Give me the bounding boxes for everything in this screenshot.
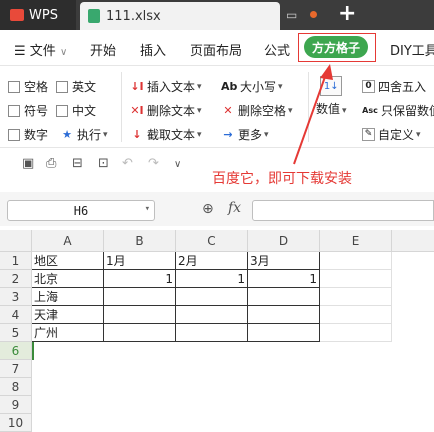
cell-B4[interactable] [104, 306, 176, 324]
cell-D4[interactable] [248, 306, 320, 324]
row-header[interactable]: 10 [0, 414, 32, 432]
cell-D2[interactable]: 1 [248, 270, 320, 288]
zoom-icon[interactable]: ⊕ [202, 201, 214, 217]
cell-C4[interactable] [176, 306, 248, 324]
cell-E3[interactable] [320, 288, 392, 306]
row-header[interactable]: 2 [0, 270, 32, 288]
cell-A1[interactable]: 地区 [32, 252, 104, 270]
cell-A5[interactable]: 广州 [32, 324, 104, 342]
cell-D3[interactable] [248, 288, 320, 306]
cell-B1[interactable]: 1月 [104, 252, 176, 270]
cell-C3[interactable] [176, 288, 248, 306]
column-header[interactable]: D [248, 230, 320, 252]
row-header[interactable]: 9 [0, 396, 32, 414]
cell-B3[interactable] [104, 288, 176, 306]
row-header[interactable]: 8 [0, 378, 32, 396]
row-header[interactable]: 5 [0, 324, 32, 342]
row-header[interactable]: 6 [0, 342, 32, 360]
cell-E4[interactable] [320, 306, 392, 324]
cell-B5[interactable] [104, 324, 176, 342]
chevron-down-icon: ▾ [144, 204, 150, 214]
cell-E2[interactable] [320, 270, 392, 288]
column-header[interactable]: C [176, 230, 248, 252]
row-header[interactable]: 4 [0, 306, 32, 324]
formula-input[interactable] [252, 200, 434, 221]
cell-D1[interactable]: 3月 [248, 252, 320, 270]
cell-B2[interactable]: 1 [104, 270, 176, 288]
column-header[interactable]: A [32, 230, 104, 252]
cell-C2[interactable]: 1 [176, 270, 248, 288]
annotation-text: 百度它，即可下载安装 [212, 171, 352, 187]
row-header[interactable]: 3 [0, 288, 32, 306]
column-header[interactable]: E [320, 230, 392, 252]
cell-C1[interactable]: 2月 [176, 252, 248, 270]
cell-D5[interactable] [248, 324, 320, 342]
fx-icon[interactable]: fx [228, 200, 241, 216]
column-header[interactable]: B [104, 230, 176, 252]
cell-A3[interactable]: 上海 [32, 288, 104, 306]
cell-E5[interactable] [320, 324, 392, 342]
cell-E1[interactable] [320, 252, 392, 270]
row-header[interactable]: 1 [0, 252, 32, 270]
active-row-indicator [32, 342, 34, 360]
corner-select-all[interactable] [0, 230, 32, 252]
cell-C5[interactable] [176, 324, 248, 342]
cell-A2[interactable]: 北京 [32, 270, 104, 288]
row-header[interactable]: 7 [0, 360, 32, 378]
cell-A4[interactable]: 天津 [32, 306, 104, 324]
name-box[interactable]: H6 ▾ [7, 200, 155, 221]
column-header[interactable] [392, 230, 434, 252]
